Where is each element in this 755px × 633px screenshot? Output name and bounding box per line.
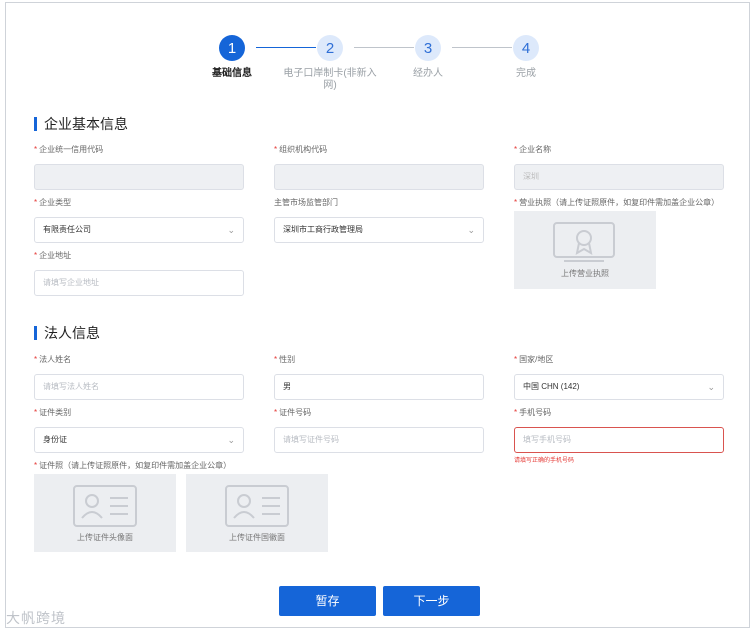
- field-label: 企业名称: [519, 145, 552, 154]
- field-label: 主管市场监管部门: [274, 198, 338, 207]
- field-label: 性别: [279, 355, 296, 364]
- step-4[interactable]: 4 完成: [466, 35, 586, 80]
- section-title-text: 法人信息: [44, 325, 100, 341]
- field-label: 法人姓名: [39, 355, 72, 364]
- id-number-field: * 证件号码 请填写证件号码: [274, 407, 484, 453]
- gender-select[interactable]: 男: [274, 374, 484, 400]
- step-number: 2: [317, 35, 343, 61]
- field-label: 证件类别: [39, 408, 72, 417]
- next-step-button[interactable]: 下一步: [383, 586, 480, 616]
- section-title-enterprise: 企业基本信息: [34, 114, 128, 134]
- supervisor-select[interactable]: 深圳市工商行政管理局 ⌄: [274, 217, 484, 243]
- certificate-icon: [553, 222, 615, 262]
- section-accent-bar: [34, 326, 37, 340]
- legal-name-field: * 法人姓名 请填写法人姓名: [34, 354, 244, 400]
- step-number: 1: [219, 35, 245, 61]
- id-front-upload[interactable]: 上传证件头像面: [34, 474, 176, 552]
- field-label: 企业类型: [39, 198, 72, 207]
- id-card-icon: [225, 485, 289, 527]
- id-type-select[interactable]: 身份证 ⌄: [34, 427, 244, 453]
- company-name-input[interactable]: 深圳: [514, 164, 724, 190]
- select-value: 有限责任公司: [43, 225, 91, 234]
- step-number: 4: [513, 35, 539, 61]
- step-label: 电子口岸制卡(非新入网): [283, 68, 377, 91]
- chevron-down-icon: ⌄: [467, 225, 475, 235]
- select-value: 深圳市工商行政管理局: [283, 225, 363, 234]
- credit-code-field: * 企业统一信用代码: [34, 144, 244, 190]
- step-number: 3: [415, 35, 441, 61]
- id-card-icon: [73, 485, 137, 527]
- field-label: 企业统一信用代码: [39, 145, 104, 154]
- license-upload[interactable]: 上传营业执照: [514, 211, 656, 289]
- chevron-down-icon: ⌄: [227, 435, 235, 445]
- select-value: 身份证: [43, 435, 67, 444]
- upload-caption: 上传营业执照: [561, 269, 609, 278]
- address-input[interactable]: 请填写企业地址: [34, 270, 244, 296]
- section-accent-bar: [34, 117, 37, 131]
- section-title-legal: 法人信息: [34, 323, 100, 343]
- id-number-input[interactable]: 请填写证件号码: [274, 427, 484, 453]
- phone-input[interactable]: 填写手机号码: [514, 427, 724, 453]
- field-label: 组织机构代码: [279, 145, 328, 154]
- field-label: 证件照（请上传证照原件，如复印件需加盖企业公章）: [39, 461, 232, 470]
- field-label: 手机号码: [519, 408, 552, 417]
- field-label: 营业执照（请上传证照原件，如复印件需加盖企业公章）: [519, 198, 720, 207]
- watermark-logo: 大帆跨境: [6, 610, 66, 626]
- step-label: 完成: [516, 68, 536, 79]
- upload-caption: 上传证件头像面: [77, 533, 133, 542]
- company-type-field: * 企业类型 有限责任公司 ⌄: [34, 197, 244, 243]
- org-code-field: * 组织机构代码: [274, 144, 484, 190]
- select-value: 男: [283, 382, 291, 391]
- select-value: 中国 CHN (142): [523, 382, 580, 391]
- credit-code-input[interactable]: [34, 164, 244, 190]
- phone-error-message: 请填写正确的手机号码: [514, 458, 575, 464]
- org-code-input[interactable]: [274, 164, 484, 190]
- chevron-down-icon: ⌄: [227, 225, 235, 235]
- chevron-down-icon: ⌄: [707, 382, 715, 392]
- field-label: 企业地址: [39, 251, 72, 260]
- form-frame: 1 基础信息 2 电子口岸制卡(非新入网) 3 经办人 4 完成 企业基本信息 …: [5, 2, 750, 628]
- id-back-upload[interactable]: 上传证件国徽面: [186, 474, 328, 552]
- company-type-select[interactable]: 有限责任公司 ⌄: [34, 217, 244, 243]
- gender-field: * 性别 男: [274, 354, 484, 400]
- progress-stepper: 1 基础信息 2 电子口岸制卡(非新入网) 3 经办人 4 完成: [6, 35, 749, 95]
- phone-field: * 手机号码 填写手机号码 请填写正确的手机号码: [514, 407, 724, 464]
- country-select[interactable]: 中国 CHN (142) ⌄: [514, 374, 724, 400]
- company-name-field: * 企业名称 深圳: [514, 144, 724, 190]
- license-field: * 营业执照（请上传证照原件，如复印件需加盖企业公章）: [514, 198, 720, 207]
- supervisor-field: 主管市场监管部门 深圳市工商行政管理局 ⌄: [274, 197, 484, 243]
- id-type-field: * 证件类别 身份证 ⌄: [34, 407, 244, 453]
- field-label: 国家/地区: [519, 355, 554, 364]
- id-photo-field: * 证件照（请上传证照原件，如复印件需加盖企业公章）: [34, 461, 232, 470]
- legal-name-input[interactable]: 请填写法人姓名: [34, 374, 244, 400]
- save-draft-button[interactable]: 暂存: [279, 586, 376, 616]
- section-title-text: 企业基本信息: [44, 116, 128, 132]
- field-label: 证件号码: [279, 408, 312, 417]
- upload-caption: 上传证件国徽面: [229, 533, 285, 542]
- address-field: * 企业地址 请填写企业地址: [34, 250, 244, 296]
- country-field: * 国家/地区 中国 CHN (142) ⌄: [514, 354, 724, 400]
